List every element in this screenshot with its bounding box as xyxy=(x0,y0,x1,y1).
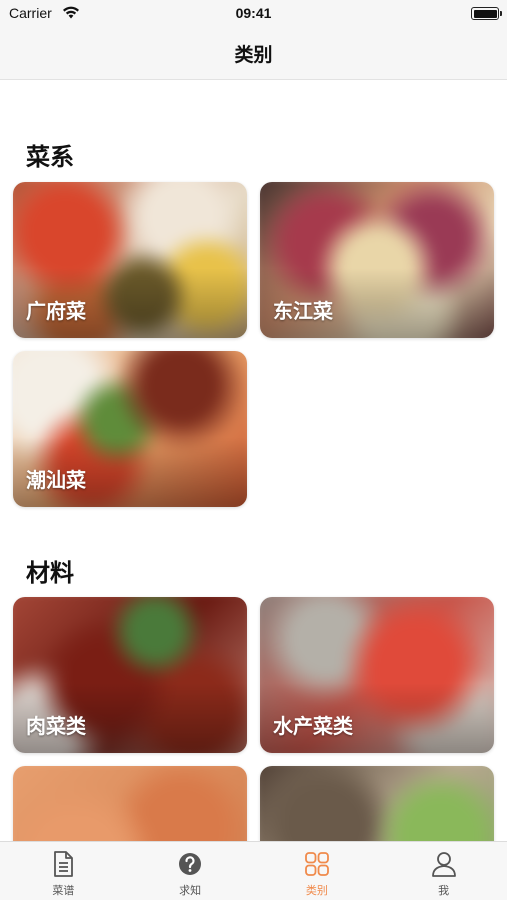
clock-time: 09:41 xyxy=(235,5,272,21)
document-icon xyxy=(54,851,74,877)
section-title-ingredients: 材料 xyxy=(26,559,74,587)
battery-icon xyxy=(471,7,502,20)
category-card-guangfu[interactable]: 广府菜 xyxy=(13,182,247,338)
tab-recipes[interactable]: 菜谱 xyxy=(0,842,127,900)
status-bar: Carrier 09:41 xyxy=(0,0,507,28)
grid-icon xyxy=(304,852,329,876)
category-card-partial[interactable] xyxy=(260,766,494,841)
category-card-seafood[interactable]: 水产菜类 xyxy=(260,597,494,753)
navigation-bar: 类别 xyxy=(0,28,507,80)
card-label: 广府菜 xyxy=(26,299,86,323)
tab-me[interactable]: 我 xyxy=(380,842,507,900)
tab-label: 菜谱 xyxy=(52,884,75,897)
tab-label: 类别 xyxy=(305,884,328,897)
page-title: 类别 xyxy=(234,44,273,66)
category-card-meat[interactable]: 肉菜类 xyxy=(13,597,247,753)
category-card-partial[interactable] xyxy=(13,766,247,841)
tab-label: 求知 xyxy=(179,884,202,897)
person-icon xyxy=(431,852,456,877)
card-image xyxy=(13,766,247,841)
card-label: 东江菜 xyxy=(273,299,333,323)
question-icon xyxy=(179,853,202,875)
tab-categories[interactable]: 类别 xyxy=(254,842,381,900)
screen: Carrier 09:41 类别 菜系 广府菜 东江菜 潮汕菜 材料 肉菜类 水… xyxy=(0,0,507,900)
category-card-chaoshan[interactable]: 潮汕菜 xyxy=(13,351,247,507)
card-label: 潮汕菜 xyxy=(26,468,86,492)
card-image xyxy=(260,766,494,841)
tab-knowledge[interactable]: 求知 xyxy=(127,842,254,900)
card-label: 肉菜类 xyxy=(26,714,86,738)
section-title-cuisine: 菜系 xyxy=(26,143,74,171)
card-label: 水产菜类 xyxy=(273,714,353,738)
category-card-dongjiang[interactable]: 东江菜 xyxy=(260,182,494,338)
category-list[interactable]: 菜系 广府菜 东江菜 潮汕菜 材料 肉菜类 水产菜类 xyxy=(0,81,507,841)
tab-label: 我 xyxy=(438,884,450,897)
tab-bar: 菜谱 求知 类别 我 xyxy=(0,841,507,900)
